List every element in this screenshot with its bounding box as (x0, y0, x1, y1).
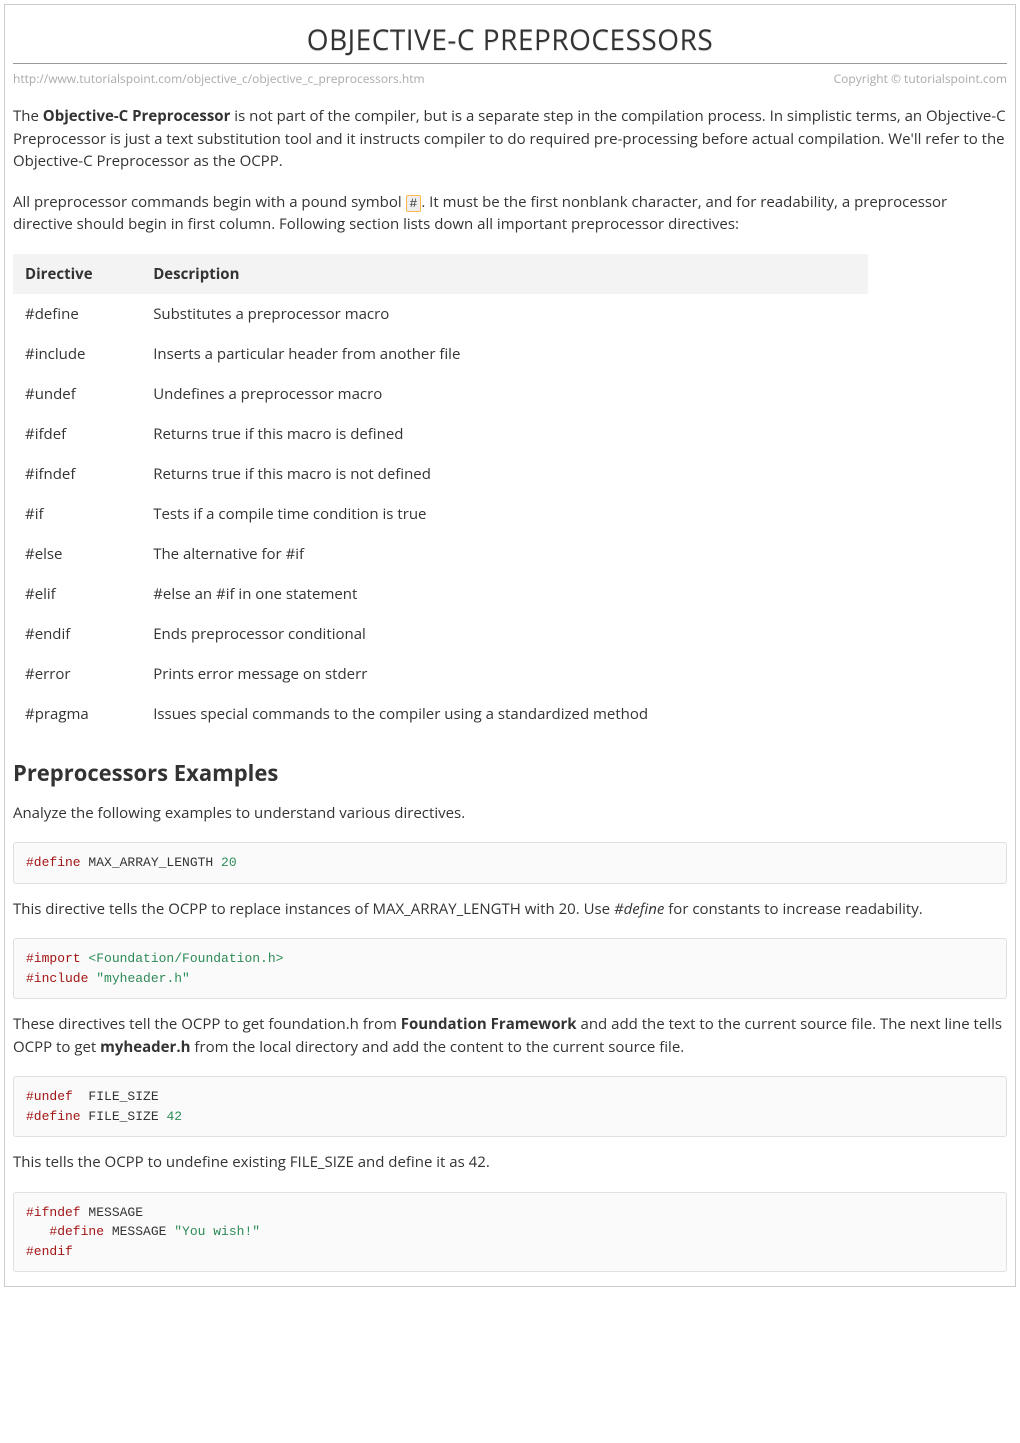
after-code-1: This directive tells the OCPP to replace… (13, 898, 1007, 921)
code-block-3: #undef FILE_SIZE #define FILE_SIZE 42 (13, 1076, 1007, 1137)
directives-table: Directive Description #defineSubstitutes… (13, 254, 868, 734)
after-code-2: These directives tell the OCPP to get fo… (13, 1013, 1007, 1058)
cell-description: Returns true if this macro is defined (141, 414, 868, 454)
table-header-row: Directive Description (13, 254, 868, 294)
bold-text: myheader.h (100, 1037, 190, 1057)
table-row: #ifdefReturns true if this macro is defi… (13, 414, 868, 454)
cell-description: Undefines a preprocessor macro (141, 374, 868, 414)
code-token: #ifndef (26, 1205, 81, 1220)
copyright-text: Copyright © tutorialspoint.com (834, 70, 1007, 87)
code-block-2: #import <Foundation/Foundation.h> #inclu… (13, 938, 1007, 999)
cell-directive: #include (13, 334, 141, 374)
table-row: #ifTests if a compile time condition is … (13, 494, 868, 534)
cell-description: Prints error message on stderr (141, 654, 868, 694)
cell-directive: #define (13, 294, 141, 334)
cell-description: Substitutes a preprocessor macro (141, 294, 868, 334)
bold-text: Foundation Framework (401, 1014, 577, 1034)
cell-directive: #endif (13, 614, 141, 654)
cell-directive: #elif (13, 574, 141, 614)
code-token: #endif (26, 1244, 73, 1259)
cell-directive: #undef (13, 374, 141, 414)
cell-description: Tests if a compile time condition is tru… (141, 494, 868, 534)
code-token: 42 (166, 1109, 182, 1124)
url-row: http://www.tutorialspoint.com/objective_… (5, 70, 1015, 105)
text: from the local directory and add the con… (191, 1037, 685, 1057)
cell-description: Issues special commands to the compiler … (141, 694, 868, 734)
after-code-3: This tells the OCPP to undefine existing… (13, 1151, 1007, 1174)
table-row: #includeInserts a particular header from… (13, 334, 868, 374)
cell-directive: #if (13, 494, 141, 534)
title-rule (13, 63, 1007, 64)
code-token: FILE_SIZE (73, 1089, 159, 1104)
italic-text: #define (614, 899, 664, 919)
pound-symbol-code: # (406, 195, 422, 212)
source-url-link[interactable]: http://www.tutorialspoint.com/objective_… (13, 70, 425, 87)
table-row: #errorPrints error message on stderr (13, 654, 868, 694)
table-row: #ifndefReturns true if this macro is not… (13, 454, 868, 494)
code-token: FILE_SIZE (81, 1109, 167, 1124)
text: These directives tell the OCPP to get fo… (13, 1014, 401, 1034)
code-block-1: #define MAX_ARRAY_LENGTH 20 (13, 842, 1007, 884)
code-token: "myheader.h" (96, 971, 190, 986)
cell-description: Inserts a particular header from another… (141, 334, 868, 374)
cell-directive: #else (13, 534, 141, 574)
cell-directive: #ifndef (13, 454, 141, 494)
content: The Objective-C Preprocessor is not part… (5, 105, 1015, 1272)
code-token: #define (26, 1109, 81, 1124)
col-header-directive: Directive (13, 254, 141, 294)
table-row: #defineSubstitutes a preprocessor macro (13, 294, 868, 334)
cell-directive: #pragma (13, 694, 141, 734)
intro-paragraph-1: The Objective-C Preprocessor is not part… (13, 105, 1007, 173)
cell-directive: #error (13, 654, 141, 694)
code-token: #import (26, 951, 81, 966)
code-token: #define (26, 855, 81, 870)
page-title: OBJECTIVE-C PREPROCESSORS (5, 5, 1015, 63)
code-token: "You wish!" (174, 1224, 260, 1239)
text: The (13, 106, 43, 126)
text: All preprocessor commands begin with a p… (13, 192, 406, 212)
col-header-description: Description (141, 254, 868, 294)
code-token: #define (26, 1224, 104, 1239)
code-token: MESSAGE (81, 1205, 143, 1220)
text: This directive tells the OCPP to replace… (13, 899, 614, 919)
code-token: 20 (221, 855, 237, 870)
text: for constants to increase readability. (664, 899, 922, 919)
cell-description: Ends preprocessor conditional (141, 614, 868, 654)
code-token: MAX_ARRAY_LENGTH (81, 855, 221, 870)
table-row: #pragmaIssues special commands to the co… (13, 694, 868, 734)
table-row: #elseThe alternative for #if (13, 534, 868, 574)
code-token: <Foundation/Foundation.h> (88, 951, 283, 966)
bold-text: Objective-C Preprocessor (43, 106, 231, 126)
cell-description: The alternative for #if (141, 534, 868, 574)
table-row: #endifEnds preprocessor conditional (13, 614, 868, 654)
cell-description: #else an #if in one statement (141, 574, 868, 614)
intro-paragraph-2: All preprocessor commands begin with a p… (13, 191, 1007, 236)
code-block-4: #ifndef MESSAGE #define MESSAGE "You wis… (13, 1192, 1007, 1273)
table-row: #undefUndefines a preprocessor macro (13, 374, 868, 414)
code-token: #undef (26, 1089, 73, 1104)
cell-description: Returns true if this macro is not define… (141, 454, 868, 494)
examples-intro: Analyze the following examples to unders… (13, 802, 1007, 825)
table-row: #elif#else an #if in one statement (13, 574, 868, 614)
code-token: MESSAGE (104, 1224, 174, 1239)
cell-directive: #ifdef (13, 414, 141, 454)
code-token: #include (26, 971, 88, 986)
section-heading-examples: Preprocessors Examples (13, 758, 1007, 788)
page-container: OBJECTIVE-C PREPROCESSORS http://www.tut… (4, 4, 1016, 1287)
